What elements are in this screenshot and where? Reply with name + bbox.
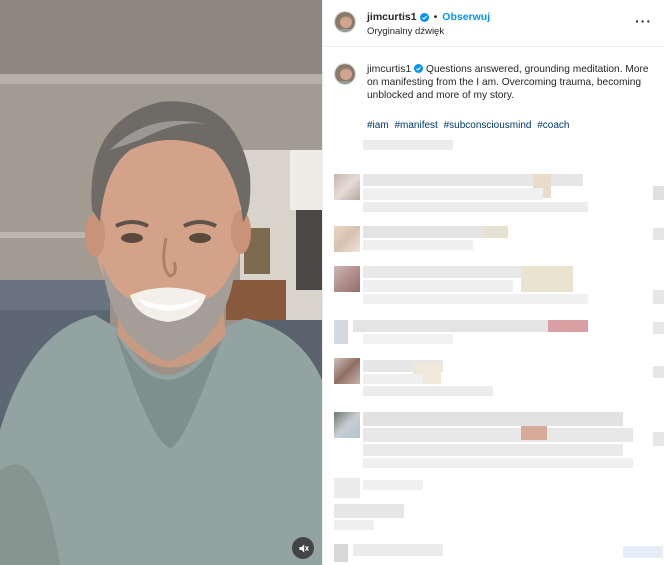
post-header: jimcurtis1 • Obserwuj Oryginalny dźwięk … [323,0,664,47]
hashtag-link[interactable]: #manifest [394,120,437,131]
caption-author-avatar[interactable] [334,63,356,85]
hashtag-list: #iam #manifest #subconsciousmind #coach [367,120,659,131]
obscured-avatar [334,544,348,562]
separator-dot: • [433,11,438,23]
audio-label[interactable]: Oryginalny dźwięk [367,26,444,37]
hashtag-link[interactable]: #coach [537,120,569,131]
post-caption: jimcurtis1 Questions answered, grounding… [334,63,659,131]
verified-badge-icon [414,64,424,73]
video-frame [0,0,322,565]
obscured-avatar [334,478,360,498]
obscured-avatar [334,226,360,252]
caption-username[interactable]: jimcurtis1 [367,63,411,75]
obscured-avatar [334,266,360,292]
hashtag-link[interactable]: #subconsciousmind [444,120,532,131]
speaker-muted-icon [298,543,309,553]
obscured-avatar [334,320,348,344]
author-avatar[interactable] [334,11,356,33]
obscured-avatar [334,358,360,384]
post-sidebar: jimcurtis1 • Obserwuj Oryginalny dźwięk … [322,0,664,565]
obscured-avatar [334,174,360,200]
more-options-icon[interactable]: ··· [635,13,652,29]
caption-text: jimcurtis1 Questions answered, grounding… [367,63,659,102]
verified-badge-icon [419,12,429,22]
post-media[interactable] [0,0,322,565]
obscured-comments [323,140,664,565]
follow-button[interactable]: Obserwuj [442,11,490,23]
author-username[interactable]: jimcurtis1 [367,11,417,23]
hashtag-link[interactable]: #iam [367,120,389,131]
mute-button[interactable] [292,537,314,559]
obscured-avatar [334,412,360,438]
